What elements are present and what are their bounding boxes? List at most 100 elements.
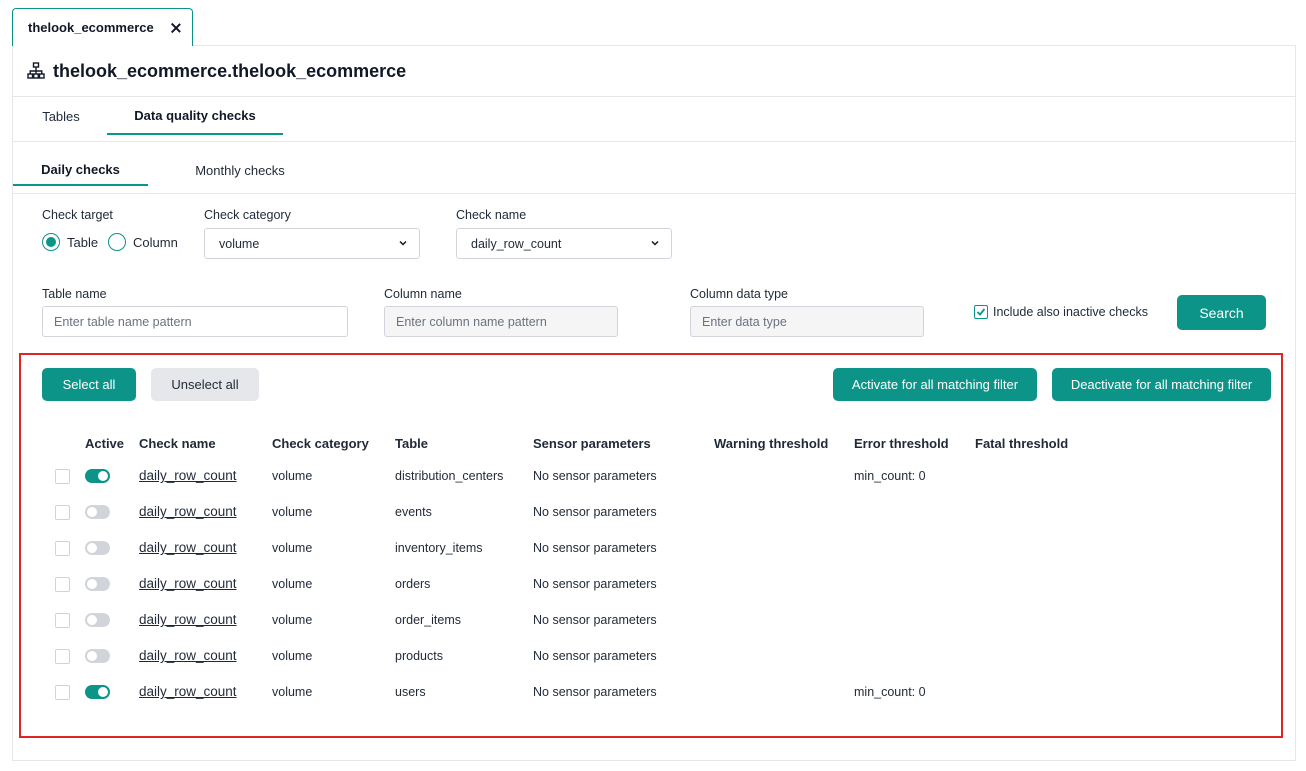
- check-name-link[interactable]: daily_row_count: [139, 684, 237, 699]
- row-select-checkbox[interactable]: [55, 541, 70, 556]
- check-category-cell: volume: [272, 505, 313, 519]
- check-name-select[interactable]: daily_row_count: [456, 228, 672, 259]
- column-data-type-label: Column data type: [690, 287, 788, 301]
- row-select-checkbox[interactable]: [55, 613, 70, 628]
- column-header-check-category: Check category: [272, 436, 369, 451]
- column-header-sensor-parameters: Sensor parameters: [533, 436, 651, 451]
- check-name-value: daily_row_count: [471, 236, 562, 251]
- unselect-all-button[interactable]: Unselect all: [151, 368, 259, 401]
- column-name-label: Column name: [384, 287, 462, 301]
- sensor-parameters-cell: No sensor parameters: [533, 649, 657, 663]
- row-select-checkbox[interactable]: [55, 577, 70, 592]
- column-header-fatal-threshold: Fatal threshold: [975, 436, 1069, 451]
- page-header: thelook_ecommerce.thelook_ecommerce: [13, 46, 1295, 97]
- error-threshold-cell: min_count: 0: [854, 685, 926, 699]
- select-all-button[interactable]: Select all: [42, 368, 136, 401]
- check-category-cell: volume: [272, 685, 313, 699]
- error-threshold-cell: min_count: 0: [854, 469, 926, 483]
- include-inactive-label: Include also inactive checks: [993, 305, 1148, 319]
- include-inactive-checkbox-box[interactable]: [974, 305, 988, 319]
- table-row: daily_row_count volume order_items No se…: [0, 610, 1306, 630]
- check-category-cell: volume: [272, 577, 313, 591]
- check-name-link[interactable]: daily_row_count: [139, 612, 237, 627]
- row-select-checkbox[interactable]: [55, 469, 70, 484]
- column-header-active: Active: [85, 436, 125, 451]
- tab-data-quality-checks[interactable]: Data quality checks: [107, 97, 283, 135]
- column-data-type-input[interactable]: [690, 306, 924, 337]
- table-name-input[interactable]: [42, 306, 348, 337]
- table-cell: inventory_items: [395, 541, 483, 555]
- column-header-table: Table: [395, 436, 428, 451]
- schema-hierarchy-icon: [27, 62, 45, 79]
- active-toggle[interactable]: [85, 577, 110, 591]
- document-tab-label: thelook_ecommerce: [28, 20, 154, 35]
- tab-tables[interactable]: Tables: [41, 97, 81, 135]
- table-row: daily_row_count volume distribution_cent…: [0, 466, 1306, 486]
- sub-tabs: Daily checks Monthly checks: [13, 142, 1295, 194]
- radio-table[interactable]: Table: [42, 233, 98, 251]
- column-header-check-name: Check name: [139, 436, 216, 451]
- column-name-input[interactable]: [384, 306, 618, 337]
- check-name-label: Check name: [456, 208, 527, 222]
- sensor-parameters-cell: No sensor parameters: [533, 469, 657, 483]
- table-cell: products: [395, 649, 443, 663]
- table-row: daily_row_count volume users No sensor p…: [0, 682, 1306, 702]
- search-button[interactable]: Search: [1177, 295, 1266, 330]
- check-category-value: volume: [219, 236, 260, 251]
- active-toggle[interactable]: [85, 469, 110, 483]
- column-header-error-threshold: Error threshold: [854, 436, 949, 451]
- close-icon[interactable]: [170, 22, 182, 34]
- column-header-warning-threshold: Warning threshold: [714, 436, 829, 451]
- active-toggle[interactable]: [85, 685, 110, 699]
- table-row: daily_row_count volume events No sensor …: [0, 502, 1306, 522]
- radio-table-indicator[interactable]: [42, 233, 60, 251]
- table-cell: users: [395, 685, 426, 699]
- sensor-parameters-cell: No sensor parameters: [533, 541, 657, 555]
- check-category-select[interactable]: volume: [204, 228, 420, 259]
- check-name-link[interactable]: daily_row_count: [139, 648, 237, 663]
- row-select-checkbox[interactable]: [55, 649, 70, 664]
- main-tabs: Tables Data quality checks: [13, 97, 1295, 142]
- table-cell: distribution_centers: [395, 469, 504, 483]
- check-category-cell: volume: [272, 613, 313, 627]
- sensor-parameters-cell: No sensor parameters: [533, 577, 657, 591]
- active-toggle[interactable]: [85, 541, 110, 555]
- checkmark-icon: [976, 308, 986, 316]
- row-select-checkbox[interactable]: [55, 505, 70, 520]
- check-category-cell: volume: [272, 649, 313, 663]
- check-category-cell: volume: [272, 469, 313, 483]
- tab-monthly-checks[interactable]: Monthly checks: [173, 155, 307, 186]
- activate-all-button[interactable]: Activate for all matching filter: [833, 368, 1037, 401]
- active-toggle[interactable]: [85, 613, 110, 627]
- check-name-link[interactable]: daily_row_count: [139, 468, 237, 483]
- chevron-down-icon: [651, 240, 659, 246]
- table-row: daily_row_count volume inventory_items N…: [0, 538, 1306, 558]
- sensor-parameters-cell: No sensor parameters: [533, 613, 657, 627]
- sensor-parameters-cell: No sensor parameters: [533, 685, 657, 699]
- table-row: daily_row_count volume products No senso…: [0, 646, 1306, 666]
- check-target-label: Check target: [42, 208, 113, 222]
- document-tab[interactable]: thelook_ecommerce: [12, 8, 193, 46]
- include-inactive-checkbox[interactable]: Include also inactive checks: [974, 305, 1148, 319]
- check-category-cell: volume: [272, 541, 313, 555]
- radio-column-indicator[interactable]: [108, 233, 126, 251]
- radio-table-label: Table: [67, 234, 99, 250]
- row-select-checkbox[interactable]: [55, 685, 70, 700]
- active-toggle[interactable]: [85, 505, 110, 519]
- sensor-parameters-cell: No sensor parameters: [533, 505, 657, 519]
- active-toggle[interactable]: [85, 649, 110, 663]
- tab-daily-checks[interactable]: Daily checks: [13, 155, 148, 186]
- radio-column[interactable]: Column: [108, 233, 178, 251]
- check-name-link[interactable]: daily_row_count: [139, 540, 237, 555]
- table-row: daily_row_count volume orders No sensor …: [0, 574, 1306, 594]
- check-category-label: Check category: [204, 208, 291, 222]
- radio-column-label: Column: [133, 234, 178, 250]
- table-cell: orders: [395, 577, 431, 591]
- check-name-link[interactable]: daily_row_count: [139, 576, 237, 591]
- table-name-label: Table name: [42, 287, 107, 301]
- table-cell: order_items: [395, 613, 461, 627]
- page-title: thelook_ecommerce.thelook_ecommerce: [53, 60, 407, 81]
- chevron-down-icon: [399, 240, 407, 246]
- check-name-link[interactable]: daily_row_count: [139, 504, 237, 519]
- deactivate-all-button[interactable]: Deactivate for all matching filter: [1052, 368, 1271, 401]
